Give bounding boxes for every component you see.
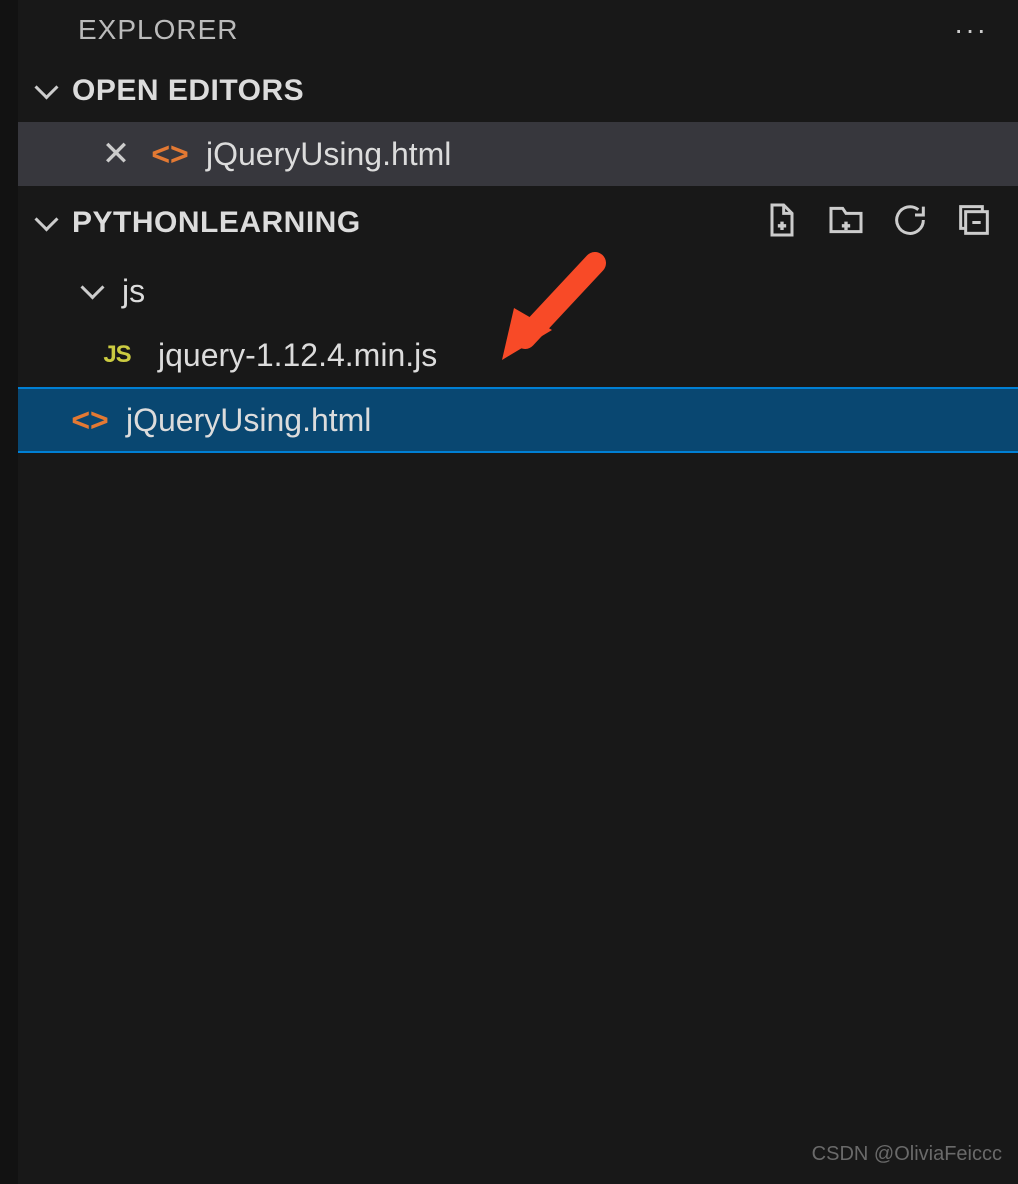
explorer-header: EXPLORER ··· xyxy=(18,0,1018,60)
open-editor-filename: jQueryUsing.html xyxy=(206,136,451,173)
refresh-icon[interactable] xyxy=(890,200,930,245)
workspace-actions xyxy=(762,200,994,245)
chevron-down-icon xyxy=(32,209,60,237)
workspace-header[interactable]: PYTHONLEARNING xyxy=(18,186,1018,259)
chevron-down-icon xyxy=(32,77,60,105)
file-name: jquery-1.12.4.min.js xyxy=(158,337,437,374)
new-file-icon[interactable] xyxy=(762,200,802,245)
more-actions-icon[interactable]: ··· xyxy=(954,14,988,46)
workspace-title: PYTHONLEARNING xyxy=(72,206,361,240)
explorer-title: EXPLORER xyxy=(78,14,239,46)
explorer-panel: EXPLORER ··· OPEN EDITORS ✕ <> jQueryUsi… xyxy=(0,0,1018,1184)
watermark: CSDN @OliviaFeiccc xyxy=(812,1143,1002,1166)
file-item-html-selected[interactable]: <> jQueryUsing.html xyxy=(18,387,1018,453)
open-editor-item[interactable]: ✕ <> jQueryUsing.html xyxy=(18,122,1018,186)
file-item-js[interactable]: JS jquery-1.12.4.min.js xyxy=(18,323,1018,387)
workspace-header-left: PYTHONLEARNING xyxy=(32,206,361,240)
new-folder-icon[interactable] xyxy=(826,200,866,245)
js-file-icon: JS xyxy=(92,341,142,369)
html-file-icon: <> xyxy=(150,136,190,173)
folder-name: js xyxy=(122,273,145,310)
open-editors-title: OPEN EDITORS xyxy=(72,74,304,108)
open-editors-header[interactable]: OPEN EDITORS xyxy=(18,60,1018,122)
chevron-down-icon xyxy=(78,277,106,305)
collapse-all-icon[interactable] xyxy=(954,200,994,245)
file-name: jQueryUsing.html xyxy=(126,402,371,439)
close-icon[interactable]: ✕ xyxy=(98,134,134,174)
folder-item[interactable]: js xyxy=(18,259,1018,323)
html-file-icon: <> xyxy=(70,402,110,439)
